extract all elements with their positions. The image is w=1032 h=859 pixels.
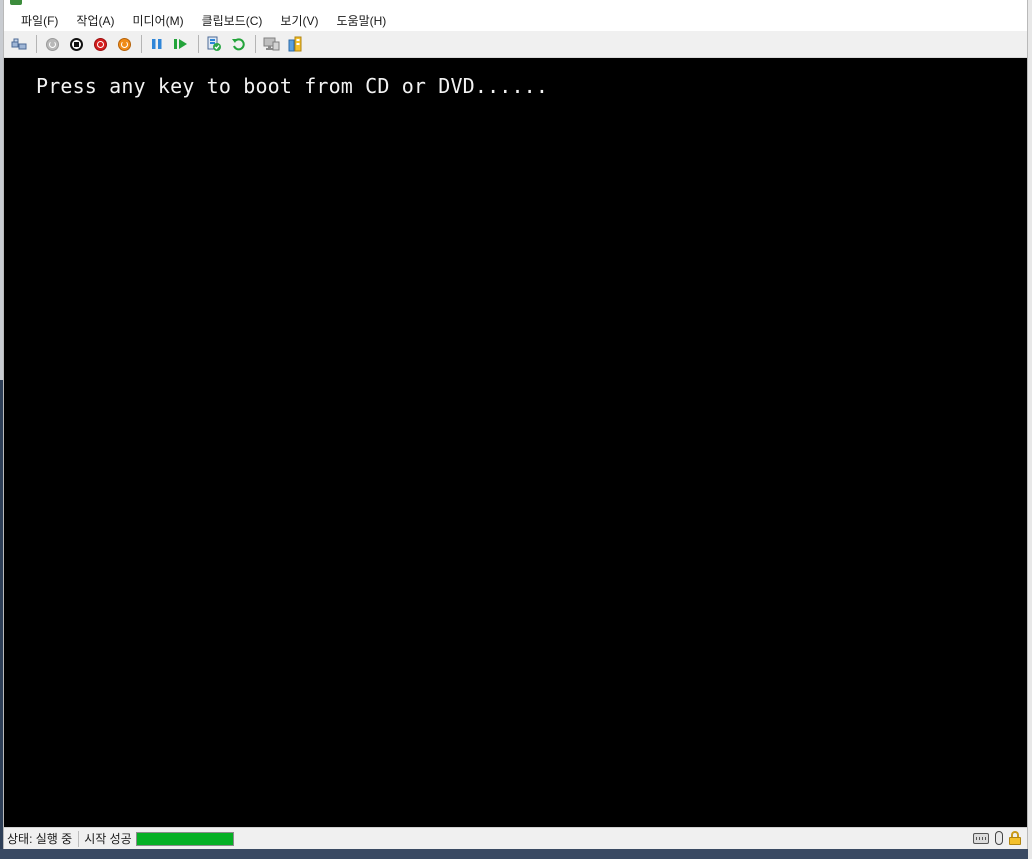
toolbar-separator [255, 35, 256, 53]
start-icon [45, 37, 59, 51]
vm-console-screen[interactable]: Press any key to boot from CD or DVD....… [4, 58, 1027, 827]
toolbar [4, 31, 1027, 58]
toolbar-separator [141, 35, 142, 53]
share-icon [288, 36, 302, 52]
share-button[interactable] [284, 33, 306, 55]
checkpoint-button[interactable] [203, 33, 225, 55]
menu-bar: 파일(F) 작업(A) 미디어(M) 클립보드(C) 보기(V) 도움말(H) [4, 9, 1027, 31]
save-button[interactable] [113, 33, 135, 55]
revert-button[interactable] [227, 33, 249, 55]
enhanced-session-button[interactable] [260, 33, 282, 55]
turn-off-icon [69, 37, 83, 51]
menu-help[interactable]: 도움말(H) [328, 9, 396, 32]
status-icons [973, 831, 1021, 845]
pause-icon [152, 39, 162, 49]
title-bar [4, 0, 1027, 9]
status-separator [78, 830, 80, 847]
start-button[interactable] [41, 33, 63, 55]
keyboard-icon [973, 832, 989, 844]
shut-down-icon [93, 37, 107, 51]
toolbar-separator [36, 35, 37, 53]
lock-icon [1009, 831, 1021, 845]
pause-button[interactable] [146, 33, 168, 55]
progress-bar-fill [136, 832, 233, 845]
menu-media[interactable]: 미디어(M) [123, 9, 192, 32]
resume-button[interactable] [170, 33, 192, 55]
resume-icon [174, 39, 187, 49]
shut-down-button[interactable] [89, 33, 111, 55]
save-icon [117, 37, 131, 51]
revert-icon [232, 38, 245, 51]
ctrl-alt-del-button[interactable] [8, 33, 30, 55]
toolbar-separator [198, 35, 199, 53]
menu-clipboard[interactable]: 클립보드(C) [193, 9, 272, 32]
boot-message: Press any key to boot from CD or DVD....… [36, 74, 549, 98]
menu-view[interactable]: 보기(V) [271, 9, 327, 32]
app-icon [10, 0, 22, 5]
vm-status-text: 상태: 실행 중 [7, 832, 73, 846]
start-progress-bar [135, 831, 234, 846]
checkpoint-icon [207, 36, 221, 51]
desktop-background-right [1028, 0, 1032, 859]
desktop-background-bottom [0, 849, 1032, 859]
turn-off-button[interactable] [65, 33, 87, 55]
menu-action[interactable]: 작업(A) [67, 9, 123, 32]
menu-file[interactable]: 파일(F) [12, 9, 67, 32]
vm-connection-window: 파일(F) 작업(A) 미디어(M) 클립보드(C) 보기(V) 도움말(H) [3, 0, 1028, 849]
ctrl-alt-del-icon [11, 38, 27, 50]
enhanced-session-icon [263, 37, 280, 51]
mouse-icon [995, 831, 1003, 845]
status-bar: 상태: 실행 중 시작 성공 [4, 827, 1027, 849]
progress-label: 시작 성공 [84, 832, 132, 846]
